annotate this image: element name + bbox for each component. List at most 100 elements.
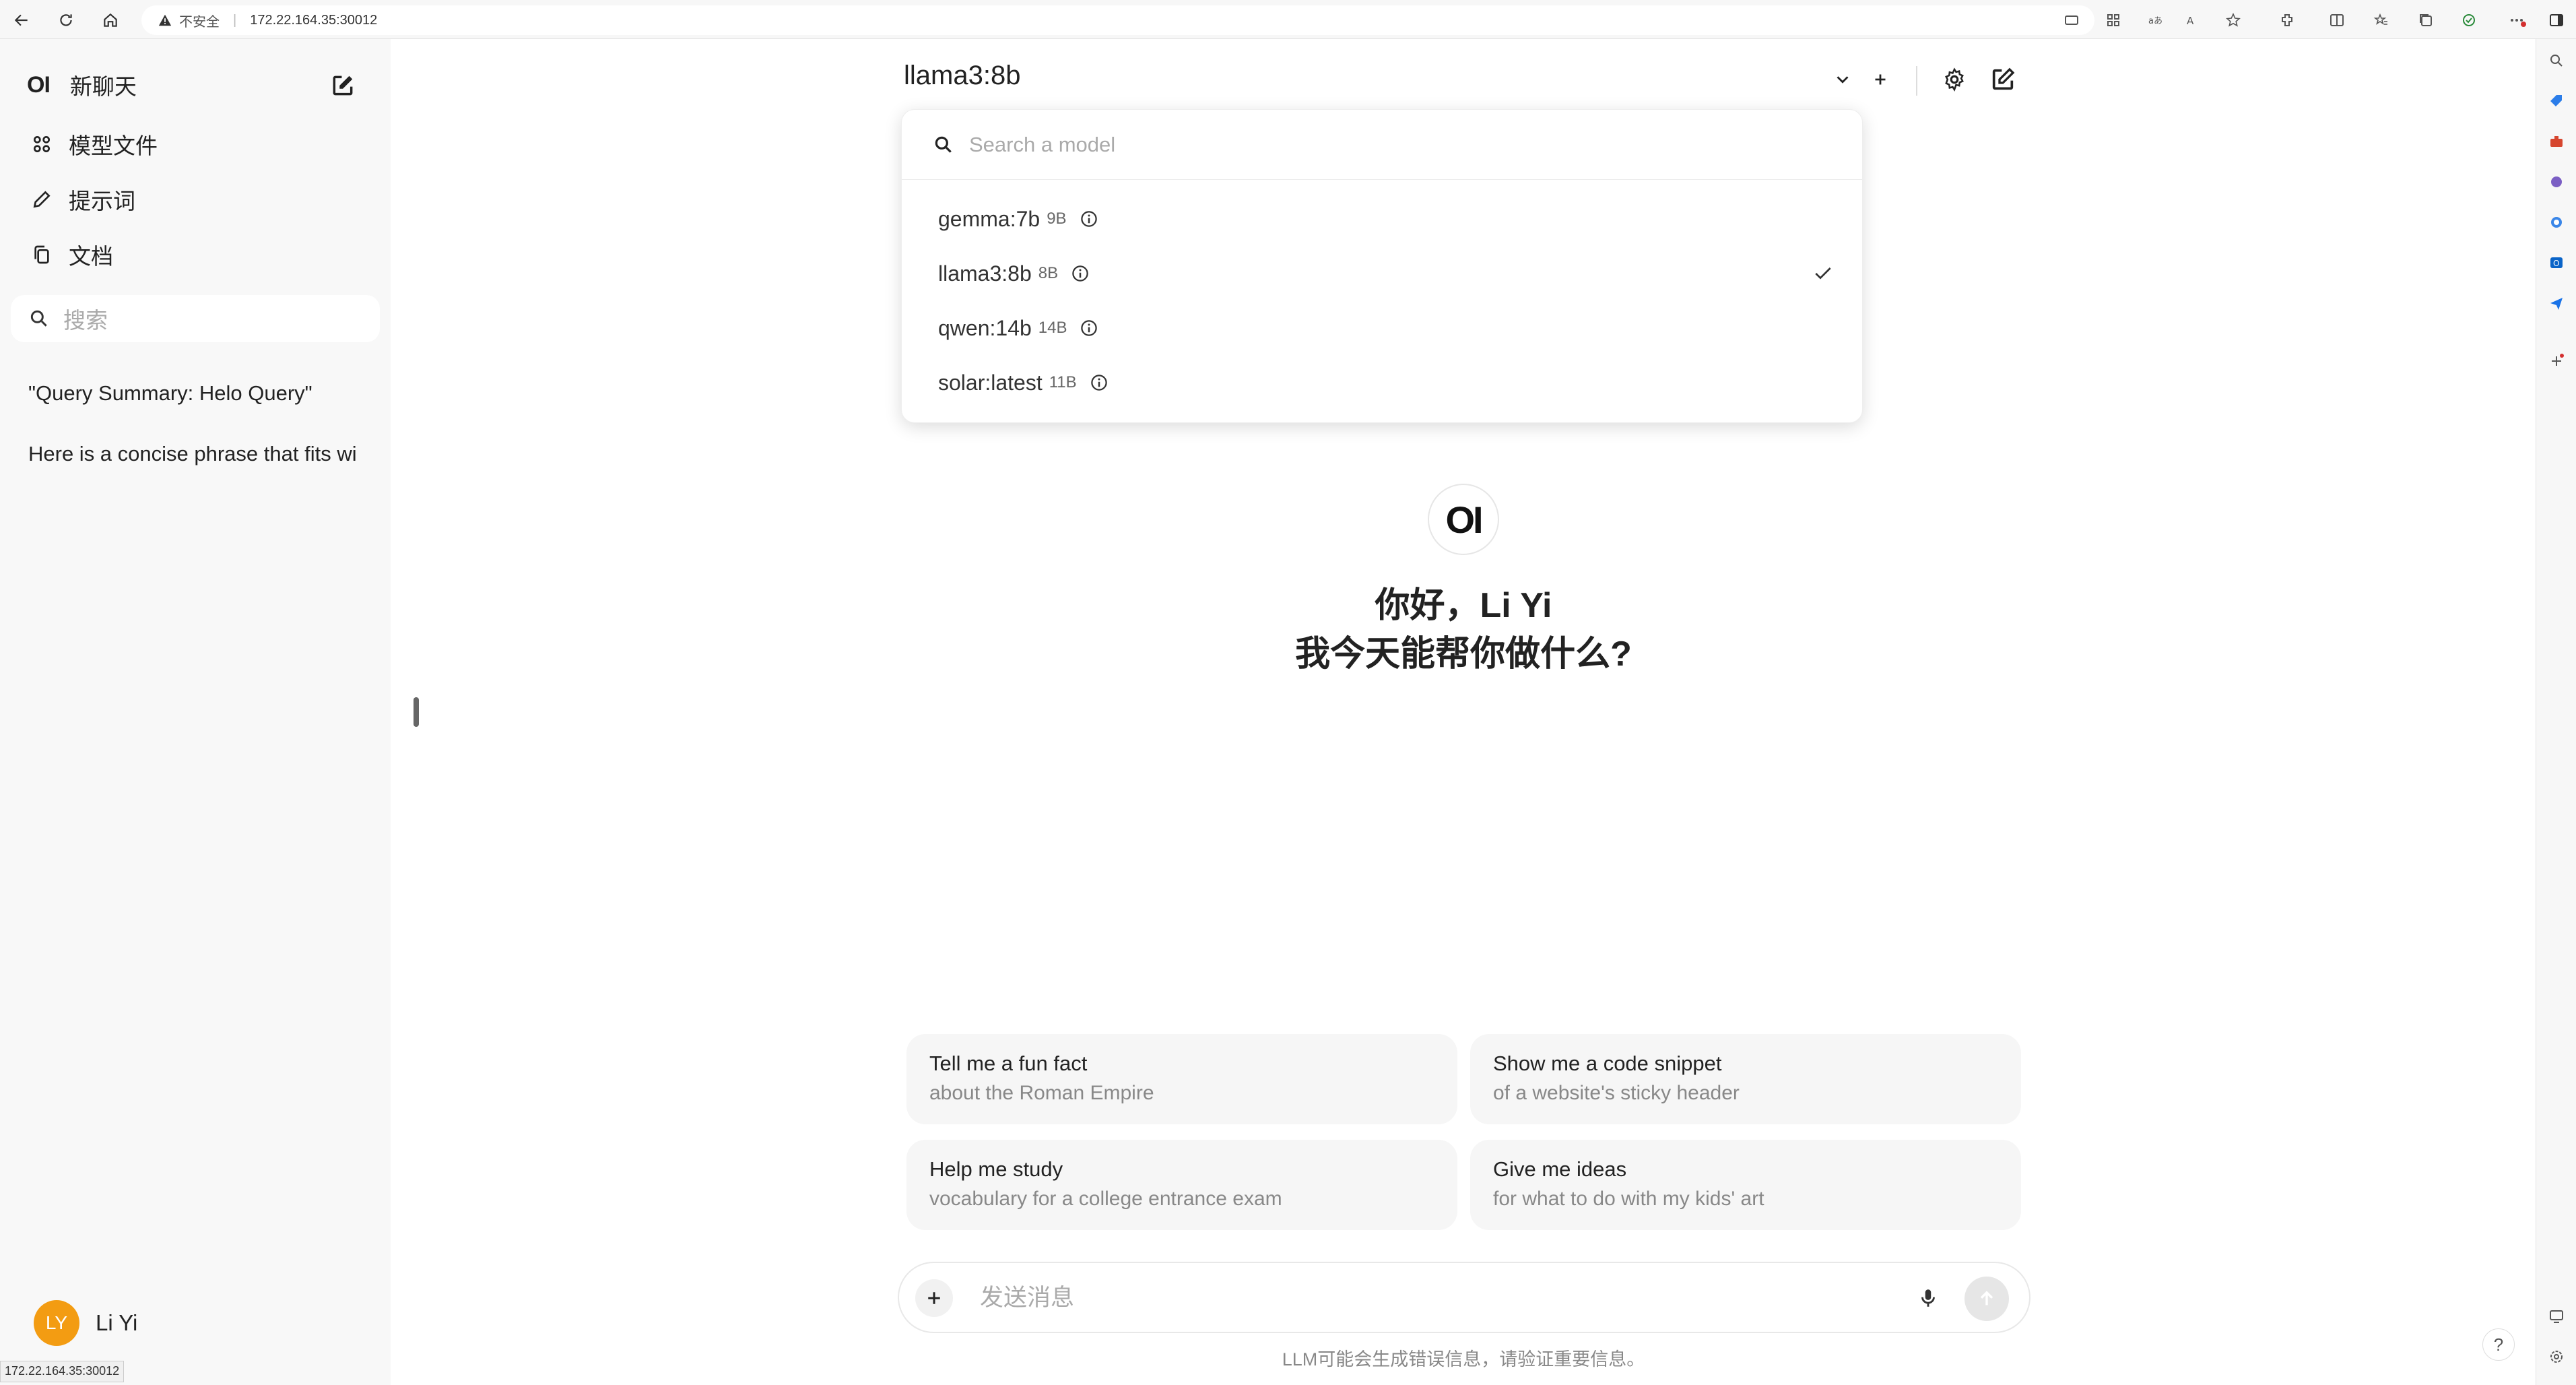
checkmark-icon — [1812, 263, 1834, 284]
model-search-placeholder: Search a model — [969, 132, 1116, 156]
suggestion-card[interactable]: Tell me a fun fact about the Roman Empir… — [906, 1034, 1457, 1124]
model-name: gemma:7b — [938, 206, 1041, 231]
suggestion-title: Help me study — [929, 1157, 1063, 1181]
favorite-star-icon[interactable] — [2222, 9, 2244, 31]
sidebar-resize-handle[interactable] — [414, 697, 419, 727]
cast-icon[interactable] — [2061, 9, 2082, 31]
microsoft365-icon[interactable] — [2546, 212, 2567, 233]
chat-history-item[interactable]: "Query Summary: Helo Query" — [28, 381, 372, 406]
status-bar-url: 172.22.164.35:30012 — [0, 1361, 125, 1382]
disclaimer-text: LLM可能会生成错误信息，请验证重要信息。 — [1282, 1349, 1645, 1370]
compose-icon[interactable] — [330, 73, 356, 98]
model-selector[interactable]: llama3:8b — [904, 61, 1020, 91]
model-size: 14B — [1038, 319, 1067, 337]
info-icon[interactable] — [1079, 209, 1099, 229]
insecure-label: 不安全 — [179, 14, 220, 30]
add-model-icon[interactable] — [1865, 65, 1895, 94]
suggestion-card[interactable]: Help me study vocabulary for a college e… — [906, 1140, 1457, 1230]
compose-icon[interactable] — [1988, 65, 2018, 94]
attach-button[interactable] — [915, 1279, 953, 1317]
gear-icon[interactable] — [2546, 1346, 2567, 1367]
welcome-logo: OI — [1428, 484, 1499, 555]
split-screen-icon[interactable] — [2326, 9, 2348, 31]
pencil-icon — [27, 185, 57, 214]
sidebar-item-modelfiles[interactable]: 模型文件 — [27, 124, 158, 164]
sidebar-search[interactable]: 搜索 — [11, 295, 380, 342]
help-button[interactable]: ? — [2482, 1328, 2515, 1361]
extensions-icon[interactable] — [2276, 9, 2298, 31]
model-size: 9B — [1047, 210, 1067, 228]
user-menu[interactable]: LY Li Yi — [34, 1300, 137, 1346]
model-name: solar:latest — [938, 370, 1043, 395]
send-button[interactable] — [1964, 1277, 2009, 1321]
model-name: llama3:8b — [938, 261, 1032, 286]
suggestion-subtitle: of a website's sticky header — [1493, 1082, 1740, 1104]
reload-button[interactable] — [53, 7, 79, 34]
search-icon[interactable] — [2546, 50, 2567, 71]
info-icon[interactable] — [1079, 318, 1099, 338]
svg-text:aあ: aあ — [2148, 16, 2162, 26]
chat-history-item[interactable]: Here is a concise phrase that fits wi — [28, 442, 372, 466]
suggestion-title: Show me a code snippet — [1493, 1052, 1722, 1075]
model-dropdown: Search a model gemma:7b 9B llama3:8b 8B … — [901, 109, 1863, 423]
avatar: LY — [34, 1300, 79, 1346]
model-name: qwen:14b — [938, 315, 1032, 340]
reload-icon — [60, 14, 72, 26]
tools-icon[interactable] — [2546, 131, 2567, 152]
screen-capture-icon[interactable] — [2546, 1306, 2567, 1327]
user-name: Li Yi — [96, 1310, 138, 1335]
sidebar-toggle-icon[interactable] — [2546, 9, 2567, 31]
gear-icon[interactable] — [1940, 65, 1969, 94]
shopping-tag-icon[interactable] — [2546, 90, 2567, 112]
model-option[interactable]: gemma:7b 9B — [938, 199, 1834, 239]
outlook-icon[interactable]: O — [2546, 252, 2567, 273]
browser-toolbar: 不安全 | 172.22.164.35:30012 aあ A — [0, 0, 2576, 39]
translate-icon[interactable]: aあ — [2144, 9, 2166, 31]
suggestion-title: Tell me a fun fact — [929, 1052, 1088, 1075]
apps-icon[interactable] — [2103, 9, 2124, 31]
games-icon[interactable] — [2546, 171, 2567, 193]
model-search-input[interactable]: Search a model — [902, 110, 1862, 180]
read-aloud-icon[interactable]: A — [2182, 9, 2204, 31]
message-input[interactable] — [980, 1279, 1855, 1317]
arrow-left-icon — [14, 14, 28, 26]
more-menu-icon[interactable] — [2507, 9, 2528, 31]
sidebar-item-prompts[interactable]: 提示词 — [27, 179, 135, 220]
url-text: 172.22.164.35:30012 — [250, 12, 378, 28]
address-separator: | — [233, 12, 237, 28]
arrow-up-icon — [1980, 1291, 1993, 1306]
suggestion-card[interactable]: Show me a code snippet of a website's st… — [1470, 1034, 2021, 1124]
back-button[interactable] — [8, 7, 35, 34]
send-arrow-icon[interactable] — [2546, 292, 2567, 314]
greeting-question: 我今天能帮你做什么? — [1295, 635, 1632, 674]
grid-icon — [27, 129, 57, 159]
favorites-icon[interactable] — [2371, 9, 2392, 31]
browser-edge-sidebar: O — [2536, 39, 2576, 1385]
sidebar-item-label: 提示词 — [69, 189, 135, 214]
documents-icon — [27, 240, 57, 269]
warning-icon — [158, 13, 172, 28]
info-icon[interactable] — [1089, 373, 1109, 393]
model-size: 11B — [1049, 373, 1077, 391]
sidebar-search-placeholder: 搜索 — [63, 308, 108, 333]
add-icon[interactable] — [2546, 350, 2567, 372]
search-icon — [933, 134, 954, 156]
address-bar[interactable]: 不安全 | 172.22.164.35:30012 — [141, 5, 2094, 35]
home-button[interactable] — [97, 7, 124, 34]
performance-icon[interactable] — [2458, 9, 2480, 31]
suggestion-card[interactable]: Give me ideas for what to do with my kid… — [1470, 1140, 2021, 1230]
info-icon[interactable] — [1070, 263, 1090, 284]
app-sidebar: OI 新聊天 模型文件 提示词 文档 搜索 "Query Summary: He… — [0, 39, 391, 1385]
microphone-icon[interactable] — [1909, 1279, 1947, 1317]
home-icon — [104, 13, 117, 27]
model-option[interactable]: solar:latest 11B — [938, 362, 1834, 403]
collections-icon[interactable] — [2415, 9, 2437, 31]
app-logo: OI — [27, 71, 51, 98]
new-chat-button[interactable]: OI 新聊天 — [27, 65, 137, 105]
chevron-down-icon[interactable] — [1828, 65, 1857, 94]
svg-text:A: A — [2187, 15, 2194, 27]
header-divider — [1916, 66, 1917, 96]
model-option[interactable]: llama3:8b 8B — [938, 253, 1834, 294]
sidebar-item-documents[interactable]: 文档 — [27, 234, 113, 275]
model-option[interactable]: qwen:14b 14B — [938, 308, 1834, 348]
